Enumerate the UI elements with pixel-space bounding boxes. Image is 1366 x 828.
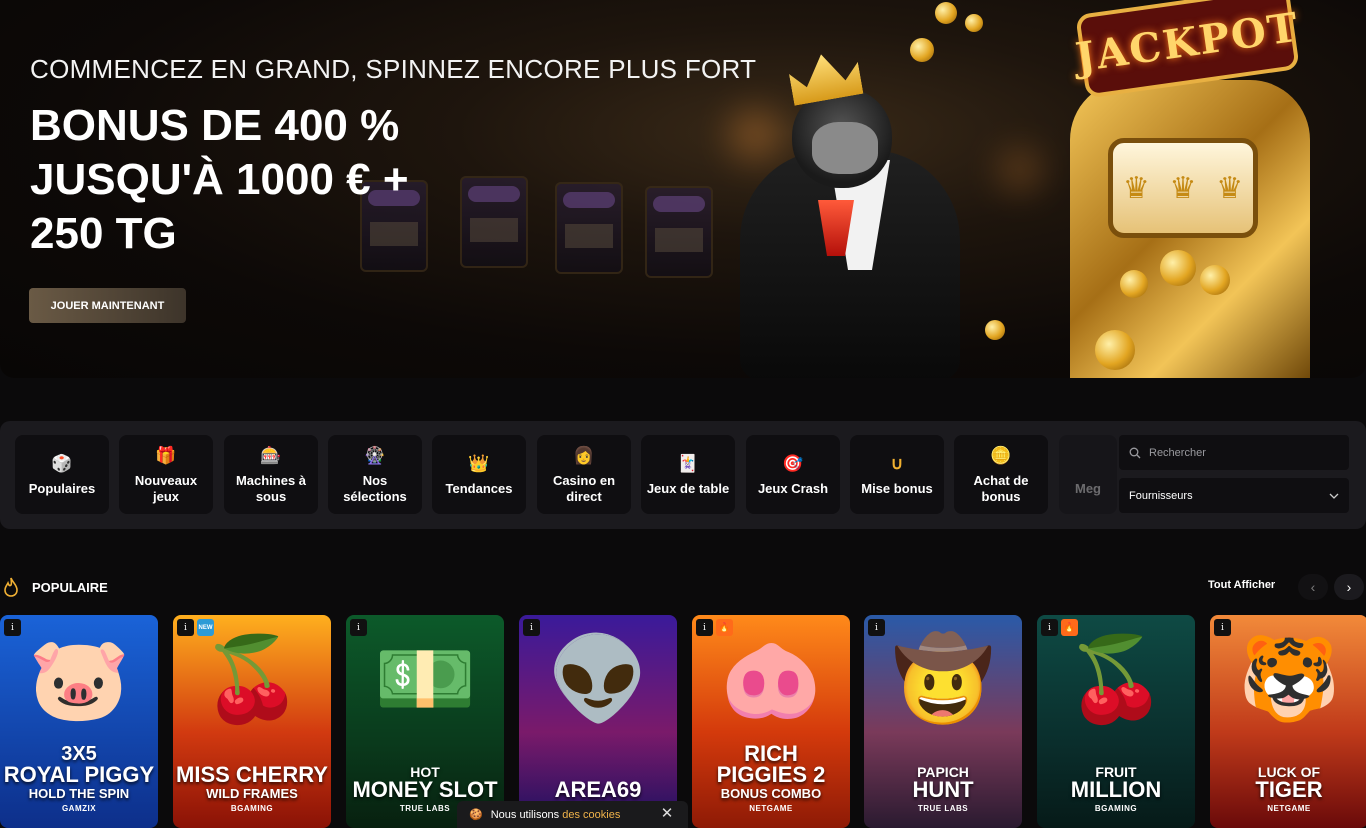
chevron-left-icon: ‹ bbox=[1310, 579, 1316, 595]
game-card[interactable]: 🍒 i 🔥 FRUIT MILLION BGAMING bbox=[1037, 615, 1195, 828]
crown-icon: 👑 bbox=[468, 454, 490, 473]
category-meg[interactable]: Meg bbox=[1059, 435, 1117, 514]
jackpot-slot-machine: ♛ ♛ ♛ JACKPOT bbox=[1010, 0, 1366, 378]
category-machines-a-sous[interactable]: 🎰 Machines à sous bbox=[224, 435, 318, 514]
gorilla-mascot bbox=[720, 40, 1020, 378]
horseshoe-icon: ∪ bbox=[890, 454, 904, 473]
info-icon[interactable]: i bbox=[177, 619, 194, 636]
crash-icon: 🎯 bbox=[782, 454, 804, 473]
category-achat-de-bonus[interactable]: 🪙 Achat de bonus bbox=[954, 435, 1048, 514]
info-icon[interactable]: i bbox=[1041, 619, 1058, 636]
cherries-art: 🍒 bbox=[1064, 634, 1168, 725]
category-populaires[interactable]: 🎲 Populaires bbox=[15, 435, 109, 514]
game-card[interactable]: 🤠 i PAPICH HUNT TRUE LABS bbox=[864, 615, 1022, 828]
golden-pig-art: 🐽 bbox=[719, 634, 823, 725]
category-mise-bonus[interactable]: ∪ Mise bonus bbox=[850, 435, 944, 514]
slot-machine-icon: 🎰 bbox=[260, 446, 282, 465]
search-icon bbox=[1129, 447, 1141, 458]
game-card[interactable]: 👽 i AREA69 bbox=[519, 615, 677, 828]
info-icon[interactable]: i bbox=[1214, 619, 1231, 636]
play-now-button[interactable]: JOUER MAINTENANT bbox=[29, 288, 186, 323]
info-icon[interactable]: i bbox=[523, 619, 540, 636]
category-jeux-de-table[interactable]: 🃏 Jeux de table bbox=[641, 435, 735, 514]
category-bar: 🎲 Populaires 🎁 Nouveaux jeux 🎰 Machines … bbox=[0, 421, 1366, 529]
category-casino-en-direct[interactable]: 👩 Casino en direct bbox=[537, 435, 631, 514]
prev-arrow-button[interactable]: ‹ bbox=[1298, 574, 1328, 600]
game-card[interactable]: 🐽 i 🔥 RICH PIGGIES 2 BONUS COMBO NETGAME bbox=[692, 615, 850, 828]
popular-header: POPULAIRE Tout Afficher ‹ › bbox=[0, 574, 1366, 600]
bonus-icon: 🪙 bbox=[990, 446, 1012, 465]
game-card[interactable]: 🐯 i LUCK OF TIGER NETGAME bbox=[1210, 615, 1366, 828]
category-nouveaux-jeux[interactable]: 🎁 Nouveaux jeux bbox=[119, 435, 213, 514]
providers-label: Fournisseurs bbox=[1129, 489, 1193, 502]
category-nos-selections[interactable]: 🎡 Nos sélections bbox=[328, 435, 422, 514]
cherry-girl-art: 🍒 bbox=[200, 634, 304, 725]
game-card[interactable]: 🐷 i 3X5 ROYAL PIGGY HOLD THE SPIN GAMZIX bbox=[0, 615, 158, 828]
search-field[interactable] bbox=[1119, 435, 1349, 470]
hero-kicker: COMMENCEZ EN GRAND, SPINNEZ ENCORE PLUS … bbox=[30, 54, 757, 84]
gift-icon: 🎁 bbox=[155, 446, 177, 465]
game-card[interactable]: 💵 i HOT MONEY SLOT TRUE LABS bbox=[346, 615, 504, 828]
close-icon[interactable]: ✕ bbox=[659, 806, 675, 822]
chevron-down-icon bbox=[1329, 493, 1339, 499]
piggy-art: 🐷 bbox=[27, 634, 131, 725]
hot-badge: 🔥 bbox=[716, 619, 733, 636]
new-badge: NEW bbox=[197, 619, 214, 636]
cookie-link[interactable]: des cookies bbox=[562, 809, 620, 821]
tiger-art: 🐯 bbox=[1237, 634, 1341, 725]
cowboy-art: 🤠 bbox=[891, 634, 995, 725]
cookie-icon: 🍪 bbox=[469, 809, 483, 821]
flame-icon bbox=[4, 577, 18, 597]
dealer-icon: 👩 bbox=[573, 446, 595, 465]
game-card[interactable]: 🍒 i NEW MISS CHERRY WILD FRAMES BGAMING bbox=[173, 615, 331, 828]
hero-title: BONUS DE 400 % JUSQU'À 1000 € + 250 TG bbox=[30, 101, 409, 258]
info-icon[interactable]: i bbox=[696, 619, 713, 636]
cookie-banner: 🍪 Nous utilisons des cookies ✕ bbox=[457, 801, 688, 828]
chevron-right-icon: › bbox=[1346, 579, 1352, 595]
alien-art: 👽 bbox=[546, 634, 650, 725]
popular-title: POPULAIRE bbox=[32, 580, 108, 595]
search-input[interactable] bbox=[1149, 446, 1339, 459]
hero-banner: ♛ ♛ ♛ JACKPOT COMMENCEZ EN GRAND, SPINNEZ … bbox=[0, 0, 1366, 378]
info-icon[interactable]: i bbox=[868, 619, 885, 636]
roulette-icon: 🎡 bbox=[364, 446, 386, 465]
cards-icon: 🃏 bbox=[677, 454, 699, 473]
see-all-link[interactable]: Tout Afficher bbox=[1208, 579, 1275, 591]
money-stack-art: 💵 bbox=[373, 634, 477, 725]
category-jeux-crash[interactable]: 🎯 Jeux Crash bbox=[746, 435, 840, 514]
providers-select[interactable]: Fournisseurs bbox=[1119, 478, 1349, 513]
cookie-text: Nous utilisons bbox=[490, 808, 560, 821]
dice-icon: 🎲 bbox=[51, 454, 73, 473]
info-icon[interactable]: i bbox=[350, 619, 367, 636]
category-tendances[interactable]: 👑 Tendances bbox=[432, 435, 526, 514]
hot-badge: 🔥 bbox=[1061, 619, 1078, 636]
mega-icon bbox=[1071, 453, 1093, 475]
next-arrow-button[interactable]: › bbox=[1334, 574, 1364, 600]
games-row: 🐷 i 3X5 ROYAL PIGGY HOLD THE SPIN GAMZIX… bbox=[0, 615, 1366, 828]
info-icon[interactable]: i bbox=[4, 619, 21, 636]
